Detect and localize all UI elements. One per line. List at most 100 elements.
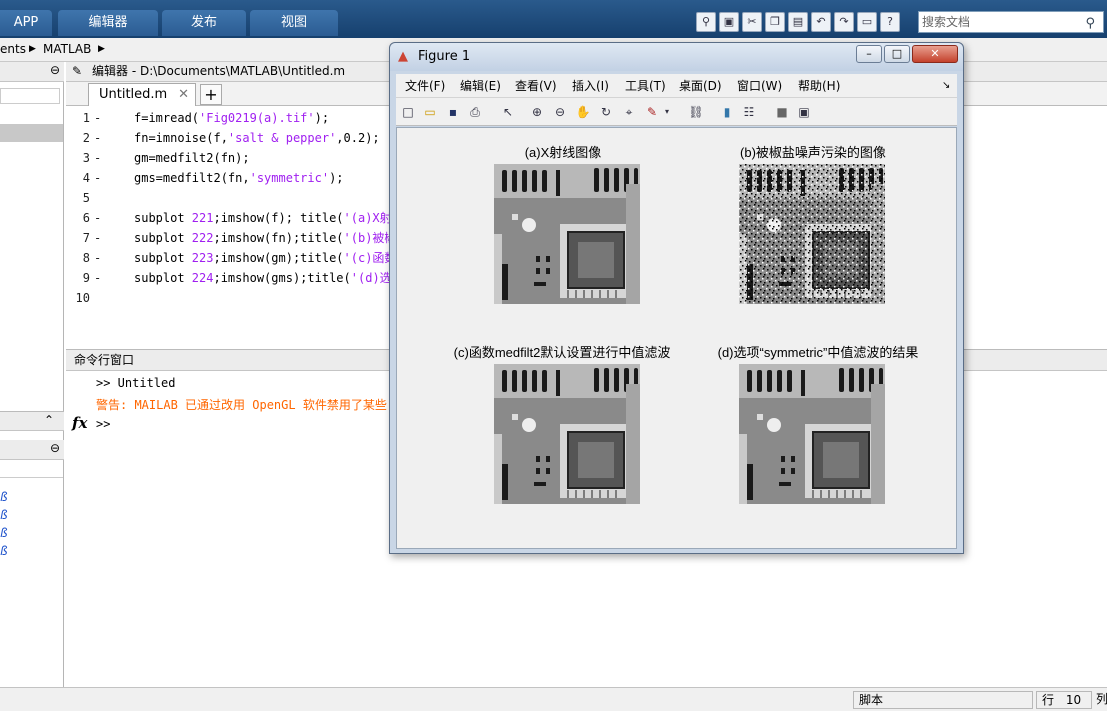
minimize-button[interactable]: – <box>856 45 882 63</box>
save-icon[interactable]: ▣ <box>719 12 739 32</box>
col-label: 列 <box>1096 692 1107 706</box>
menu-insert[interactable]: 插入(I) <box>572 74 609 98</box>
help-icon[interactable]: ? <box>880 12 900 32</box>
menu-edit[interactable]: 编辑(E) <box>460 74 501 98</box>
status-bar: 脚本 行 10 列 <box>0 687 1107 711</box>
colorbar-icon[interactable]: ▮ <box>718 103 736 121</box>
code-text: fn=imnoise(f, <box>134 131 228 145</box>
brush-dropdown-icon[interactable]: ▾ <box>658 103 676 121</box>
function-browser-icon[interactable]: fx <box>72 414 87 432</box>
pane-menu-icon[interactable]: ⊖ <box>50 441 60 455</box>
edit-plot-icon[interactable]: ↖ <box>499 103 517 121</box>
menu-tools[interactable]: 工具(T) <box>625 74 666 98</box>
breadcrumb-matlab[interactable]: MATLAB <box>43 38 91 61</box>
search-icon[interactable]: ⚲ <box>1085 14 1095 34</box>
tab-publish[interactable]: 发布 <box>162 10 246 36</box>
search-file-icon[interactable]: ⚲ <box>696 12 716 32</box>
undo-icon[interactable]: ↶ <box>811 12 831 32</box>
pan-icon[interactable]: ✋ <box>574 103 592 121</box>
zoom-out-icon[interactable]: ⊖ <box>551 103 569 121</box>
subplot-title-b: (b)被椒盐噪声污染的图像 <box>740 145 886 160</box>
menu-view[interactable]: 查看(V) <box>515 74 557 98</box>
copy-icon[interactable]: ❐ <box>765 12 785 32</box>
save-icon[interactable]: ▪ <box>444 103 462 121</box>
command-window-title: 命令行窗口 <box>74 353 135 367</box>
cut-icon[interactable]: ✂ <box>742 12 762 32</box>
code-text: gm=medfilt2(fn); <box>134 151 250 165</box>
link-plot-icon[interactable]: ⛓ <box>687 103 705 121</box>
new-figure-icon[interactable]: □ <box>399 103 417 121</box>
tab-editor[interactable]: 编辑器 <box>58 10 158 36</box>
menu-dock-icon[interactable]: ↘ <box>942 74 950 98</box>
code-text: ,0.2); <box>336 131 380 145</box>
close-button[interactable]: ✕ <box>912 45 958 63</box>
rotate-3d-icon[interactable]: ↻ <box>597 103 615 121</box>
workspace-values: ßßßß <box>0 490 8 558</box>
line-number: 4 <box>82 171 90 185</box>
code-text: gms=medfilt2(fn, <box>134 171 250 185</box>
line-number: 2 <box>82 131 90 145</box>
code-text: f=imread( <box>134 111 200 125</box>
subplot-image-a <box>494 164 640 304</box>
tab-view[interactable]: 视图 <box>250 10 338 36</box>
status-mode: 脚本 <box>853 691 1033 709</box>
subplot-title-d: (d)选项“symmetric”中值滤波的结果 <box>717 345 919 360</box>
status-row: 行 10 <box>1036 691 1092 709</box>
selected-row[interactable] <box>0 124 63 142</box>
print-icon[interactable]: ⎙ <box>466 103 484 121</box>
code-text: subplot <box>134 271 192 285</box>
code-text: ;imshow(f); title( <box>213 211 344 225</box>
subplot-image-b <box>739 164 885 304</box>
show-plot-tools-icon[interactable]: ▣ <box>795 103 813 121</box>
subplot-image-d <box>739 364 885 504</box>
figure-title-bar[interactable]: ▲ Figure 1 – □ ✕ <box>390 43 963 71</box>
workspace-header: ⊖ <box>0 440 64 460</box>
menu-desktop[interactable]: 桌面(D) <box>679 74 722 98</box>
command-history-line: >> Untitled <box>96 376 176 390</box>
current-folder-pane: ⊖ ⌃ ⊖ ßßßß <box>0 62 64 687</box>
line-number: 6 <box>82 211 90 225</box>
code-text: ); <box>329 171 344 185</box>
code-number: 223 <box>191 251 214 265</box>
switch-windows-icon[interactable]: ▭ <box>857 12 877 32</box>
code-text: ); <box>314 111 330 125</box>
search-documentation-input[interactable]: 搜索文档 ⚲ <box>918 11 1104 33</box>
maximize-button[interactable]: □ <box>884 45 910 63</box>
menu-window[interactable]: 窗口(W) <box>737 74 782 98</box>
paste-icon[interactable]: ▤ <box>788 12 808 32</box>
line-number: 10 <box>75 291 90 305</box>
pane-menu-icon[interactable]: ⊖ <box>50 63 60 77</box>
code-string: 'salt & pepper' <box>227 131 337 145</box>
new-tab-button[interactable]: + <box>200 84 222 105</box>
open-icon[interactable]: ▭ <box>421 103 439 121</box>
close-icon[interactable]: ✕ <box>178 84 189 105</box>
code-text: subplot <box>134 251 192 265</box>
figure-toolbar: □ ▭ ▪ ⎙ ↖ ⊕ ⊖ ✋ ↻ ⌖ ✎ ▾ ⛓ ▮ ☷ ■ ▣ <box>396 98 957 126</box>
subplot-title-a: (a)X射线图像 <box>524 145 602 160</box>
pane-filter-field[interactable] <box>0 88 60 104</box>
breadcrumb-documents[interactable]: ents <box>0 38 26 61</box>
menu-file[interactable]: 文件(F) <box>405 74 445 98</box>
row-label: 行 <box>1042 693 1055 707</box>
breadcrumb-separator-icon: ▶ <box>29 44 36 54</box>
matlab-logo-icon: ▲ <box>398 49 408 64</box>
menu-help[interactable]: 帮助(H) <box>798 74 840 98</box>
zoom-in-icon[interactable]: ⊕ <box>528 103 546 121</box>
tab-apps[interactable]: APP <box>0 10 52 36</box>
tab-label: Untitled.m <box>99 87 168 102</box>
hide-plot-tools-icon[interactable]: ■ <box>773 103 791 121</box>
row-value: 10 <box>1065 693 1082 707</box>
redo-icon[interactable]: ↷ <box>834 12 854 32</box>
code-number: 222 <box>191 231 214 245</box>
tab-untitled[interactable]: Untitled.m ✕ <box>88 83 196 106</box>
figure-menubar: 文件(F) 编辑(E) 查看(V) 插入(I) 工具(T) 桌面(D) 窗口(W… <box>396 74 957 98</box>
code-text: subplot <box>134 211 192 225</box>
figure-window[interactable]: ▲ Figure 1 – □ ✕ 文件(F) 编辑(E) 查看(V) 插入(I)… <box>389 42 964 554</box>
legend-icon[interactable]: ☷ <box>740 103 758 121</box>
subplot-title-c: (c)函数medfilt2默认设置进行中值滤波 <box>453 345 671 360</box>
subplot-image-c <box>494 364 640 504</box>
collapse-icon[interactable]: ⌃ <box>44 413 54 427</box>
command-prompt[interactable]: >> <box>96 417 110 431</box>
data-cursor-icon[interactable]: ⌖ <box>620 103 638 121</box>
figure-canvas[interactable]: (a)X射线图像 (b)被椒盐噪声污染的图像 (c)函数medfilt2默认设置… <box>396 127 957 549</box>
